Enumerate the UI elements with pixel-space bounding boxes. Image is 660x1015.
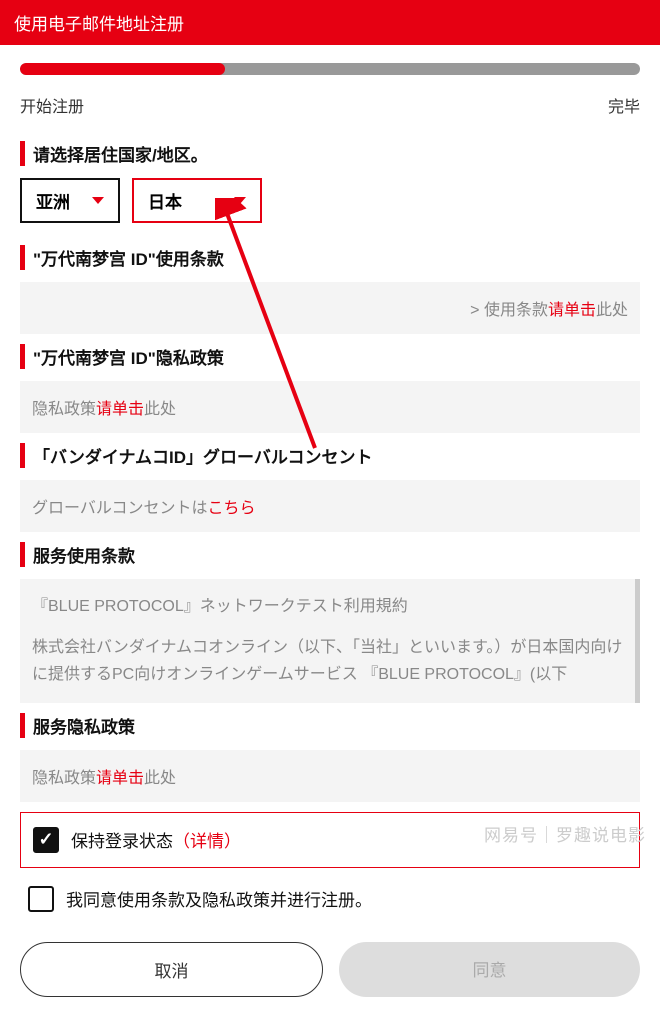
sp-suffix: 此处 [144, 770, 176, 787]
privacy-link-box[interactable]: 隐私政策请单击此处 [20, 381, 640, 433]
agree-row: 我同意使用条款及隐私政策并进行注册。 [20, 874, 640, 924]
continent-value: 亚洲 [36, 188, 70, 213]
watermark-text: 网易号｜罗趣说电影 [484, 821, 646, 846]
service-terms-line2: 株式会社バンダイナムコオンライン（以下、「当社」といいます。）が日本国内向けに提… [32, 634, 623, 688]
global-link: こちら [208, 500, 256, 517]
privacy-prefix: 隐私政策 [32, 401, 96, 418]
stay-logged-checkbox[interactable] [33, 827, 59, 853]
agree-checkbox[interactable] [28, 886, 54, 912]
caret-down-icon [92, 197, 104, 204]
caret-down-icon [234, 197, 246, 204]
global-consent-title: 「バンダイナムコID」グローバルコンセント [20, 443, 640, 468]
cancel-button[interactable]: 取消 [20, 942, 323, 997]
header-title: 使用电子邮件地址注册 [14, 15, 184, 34]
detail-link[interactable]: 详情 [190, 832, 224, 851]
terms-link-box[interactable]: > 使用条款请单击此处 [20, 282, 640, 334]
privacy-section-title: "万代南梦宫 ID"隐私政策 [20, 344, 640, 369]
service-privacy-title: 服务隐私政策 [20, 713, 640, 738]
global-prefix: グローバルコンセントは [32, 500, 208, 517]
sp-prefix: 隐私政策 [32, 770, 96, 787]
continent-dropdown[interactable]: 亚洲 [20, 178, 120, 223]
terms-prefix: > 使用条款 [470, 302, 548, 319]
agree-label: 我同意使用条款及隐私政策并进行注册。 [66, 886, 372, 911]
progress-start-label: 开始注册 [20, 93, 84, 117]
page-header: 使用电子邮件地址注册 [0, 0, 660, 45]
country-value: 日本 [148, 188, 182, 213]
region-dropdown-row: 亚洲 日本 [20, 178, 640, 223]
progress-end-label: 完毕 [608, 93, 640, 117]
service-terms-title: 服务使用条款 [20, 542, 640, 567]
region-section-title: 请选择居住国家/地区。 [20, 141, 640, 166]
agree-button: 同意 [339, 942, 640, 997]
service-privacy-box[interactable]: 隐私政策请单击此处 [20, 750, 640, 802]
privacy-link: 请单击 [96, 401, 144, 418]
sp-link: 请单击 [96, 770, 144, 787]
button-row: 取消 同意 [20, 942, 640, 997]
terms-section-title: "万代南梦宫 ID"使用条款 [20, 245, 640, 270]
stay-logged-label: 保持登录状态（详情） [71, 827, 241, 852]
content-area: 开始注册 完毕 请选择居住国家/地区。 亚洲 日本 "万代南梦宫 ID"使用条款… [0, 45, 660, 1015]
progress-fill [20, 63, 225, 75]
global-consent-box[interactable]: グローバルコンセントはこちら [20, 480, 640, 532]
terms-link: 请单击 [548, 302, 596, 319]
privacy-suffix: 此处 [144, 401, 176, 418]
terms-suffix: 此处 [596, 302, 628, 319]
progress-bar [20, 63, 640, 75]
country-dropdown[interactable]: 日本 [132, 178, 262, 223]
service-terms-box[interactable]: 『BLUE PROTOCOL』ネットワークテスト利用規約 株式会社バンダイナムコ… [20, 579, 640, 703]
progress-labels: 开始注册 完毕 [20, 93, 640, 117]
service-terms-line1: 『BLUE PROTOCOL』ネットワークテスト利用規約 [32, 593, 623, 620]
